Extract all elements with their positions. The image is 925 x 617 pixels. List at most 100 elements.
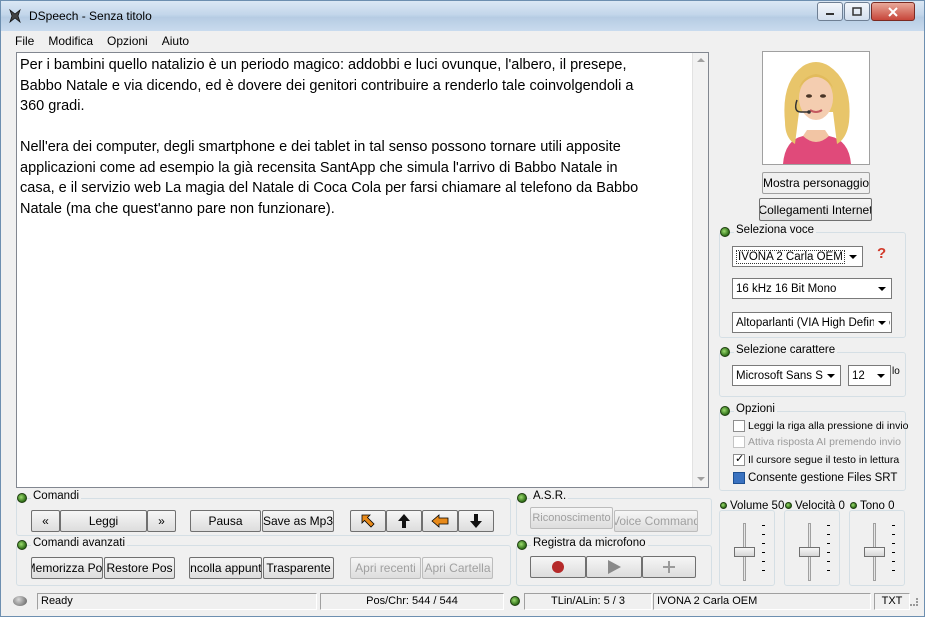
internet-links-button[interactable]: Collegamenti Internet	[759, 198, 872, 221]
minimize-icon	[826, 12, 834, 15]
option-ai-response: Attiva risposta AI premendo invio	[733, 436, 901, 448]
prev-button[interactable]: «	[31, 510, 60, 532]
checkbox[interactable]	[733, 452, 745, 466]
asr-group-title: A.S.R.	[531, 490, 569, 502]
format-select[interactable]: 16 kHz 16 Bit Mono	[732, 278, 892, 299]
option-label: Attiva risposta AI premendo invio	[748, 436, 901, 448]
show-character-button[interactable]: Mostra personaggio	[762, 172, 870, 194]
pitch-slider[interactable]	[849, 510, 905, 586]
editor-text[interactable]: Per i bambini quello natalizio è un peri…	[20, 55, 690, 219]
play-button[interactable]	[586, 556, 642, 578]
checkbox[interactable]	[733, 472, 745, 484]
transparent-button[interactable]: Trasparente	[263, 557, 334, 579]
chevron-down-icon[interactable]	[874, 281, 889, 296]
plus-icon	[663, 561, 675, 573]
slider-thumb[interactable]	[864, 547, 885, 557]
slider-tick	[827, 552, 830, 553]
checkbox[interactable]	[733, 420, 745, 432]
move-left-button[interactable]	[422, 510, 458, 532]
font-family-select[interactable]: Microsoft Sans Se	[732, 365, 841, 386]
slider-tick	[827, 534, 830, 535]
avatar-image	[763, 52, 869, 164]
record-icon	[552, 561, 564, 573]
status-type: TXT	[874, 593, 910, 610]
pitch-indicator-icon	[850, 502, 857, 509]
output-device-select[interactable]: Altoparlanti (VIA High Definitio	[732, 312, 892, 333]
close-icon	[888, 6, 898, 17]
option-read-line[interactable]: Leggi la riga alla pressione di invio	[733, 420, 909, 432]
font-size-select[interactable]: 12	[848, 365, 891, 386]
arrow-left-icon	[431, 514, 449, 528]
slider-thumb[interactable]	[799, 547, 820, 557]
chevron-down-icon[interactable]	[845, 249, 860, 264]
window-title: DSpeech - Senza titolo	[29, 9, 152, 23]
help-icon[interactable]: ?	[877, 245, 886, 262]
next-button[interactable]: »	[147, 510, 176, 532]
scroll-down-icon[interactable]	[697, 477, 705, 481]
chevron-down-icon[interactable]	[823, 368, 838, 383]
pause-button[interactable]: Pausa	[190, 510, 261, 532]
voice-group-title: Seleziona voce	[734, 224, 816, 236]
open-recent-button: Apri recenti	[350, 557, 421, 579]
chevron-down-icon[interactable]	[874, 315, 889, 330]
slider-tick	[762, 543, 765, 544]
group-indicator-icon	[517, 540, 527, 550]
option-srt-files[interactable]: Consente gestione Files SRT	[733, 472, 897, 484]
options-group-title: Opzioni	[734, 403, 777, 415]
app-icon	[9, 8, 21, 24]
format-value: 16 kHz 16 Bit Mono	[736, 282, 837, 295]
paste-clipboard-button[interactable]: Incolla appunti	[189, 557, 262, 579]
menu-file[interactable]: File	[8, 32, 41, 50]
slider-tick	[762, 570, 765, 571]
text-editor[interactable]: Per i bambini quello natalizio è un peri…	[16, 52, 709, 488]
arrow-up-left-icon	[361, 514, 375, 528]
move-down-button[interactable]	[458, 510, 494, 532]
font-size-suffix: lo	[892, 366, 900, 377]
slider-tick	[762, 534, 765, 535]
play-icon	[607, 560, 621, 574]
slider-thumb[interactable]	[734, 547, 755, 557]
group-indicator-icon	[17, 540, 27, 550]
group-indicator-icon	[17, 493, 27, 503]
read-button[interactable]: Leggi	[60, 510, 147, 532]
move-up-button[interactable]	[386, 510, 422, 532]
save-position-button[interactable]: Memorizza Pos	[31, 557, 103, 579]
title-bar[interactable]: DSpeech - Senza titolo	[1, 1, 924, 31]
resize-grip-icon[interactable]	[910, 598, 918, 606]
voice-select[interactable]: IVONA 2 Carla OEM	[732, 246, 863, 267]
option-label: Consente gestione Files SRT	[748, 472, 898, 484]
restore-position-button[interactable]: Restore Pos	[104, 557, 175, 579]
menu-help[interactable]: Aiuto	[155, 32, 196, 50]
option-follow-cursor[interactable]: Il cursore segue il testo in lettura	[733, 452, 900, 466]
speed-slider[interactable]	[784, 510, 840, 586]
font-size-value: 12	[852, 369, 865, 382]
vertical-scrollbar[interactable]	[692, 53, 708, 487]
volume-slider[interactable]	[719, 510, 775, 586]
arrow-down-icon	[470, 514, 482, 528]
chevron-down-icon[interactable]	[873, 368, 888, 383]
speed-indicator-icon	[785, 502, 792, 509]
menu-edit[interactable]: Modifica	[41, 32, 100, 50]
maximize-button[interactable]	[844, 2, 870, 21]
slider-tick	[892, 525, 895, 526]
group-indicator-icon	[720, 347, 730, 357]
scroll-up-icon[interactable]	[697, 58, 705, 62]
close-button[interactable]	[871, 2, 915, 21]
save-mp3-button[interactable]: Save as Mp3	[262, 510, 334, 532]
minimize-button[interactable]	[817, 2, 843, 21]
menu-options[interactable]: Opzioni	[100, 32, 155, 50]
status-bar: Ready Pos/Chr: 544 / 544 TLin/ALin: 5 / …	[7, 593, 918, 610]
record-button[interactable]	[530, 556, 586, 578]
group-indicator-icon	[720, 227, 730, 237]
option-label: Il cursore segue il testo in lettura	[748, 454, 900, 466]
option-label: Leggi la riga alla pressione di invio	[748, 420, 909, 432]
output-value: Altoparlanti (VIA High Definitio	[736, 316, 891, 329]
app-window: DSpeech - Senza titolo File Modifica Opz…	[0, 0, 925, 617]
slider-tick	[827, 525, 830, 526]
open-folder-button: Apri Cartella	[422, 557, 493, 579]
move-start-button[interactable]	[350, 510, 386, 532]
font-group-title: Selezione carattere	[734, 344, 838, 356]
add-recording-button[interactable]	[642, 556, 696, 578]
voice-value: IVONA 2 Carla OEM	[736, 249, 845, 264]
drive-icon	[13, 596, 27, 606]
